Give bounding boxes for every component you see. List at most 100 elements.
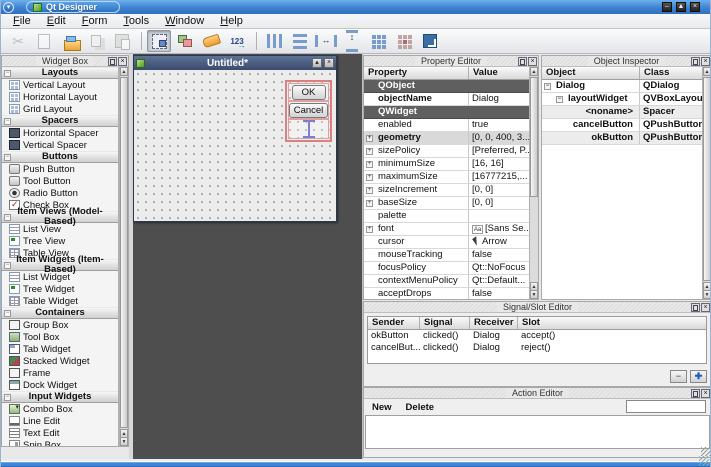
scroll-down-icon[interactable]: ▼ xyxy=(530,290,538,299)
window-resize-grip[interactable] xyxy=(699,456,709,466)
property-value[interactable]: Qt::NoFocus xyxy=(469,262,529,274)
widget-item-tree-view[interactable]: Tree View xyxy=(2,235,118,247)
selected-vbox-layout[interactable]: OK Cancel xyxy=(285,80,332,142)
add-connection-button[interactable]: ✚ xyxy=(690,370,707,383)
menu-item-tools[interactable]: Tools xyxy=(115,14,157,28)
property-value[interactable]: [0, 0, 400, 3... xyxy=(469,132,529,144)
close-icon[interactable] xyxy=(528,57,537,66)
scrollbar-thumb[interactable] xyxy=(530,77,538,197)
widgetbox-category-spacers[interactable]: Spacers xyxy=(2,115,118,127)
expand-icon[interactable] xyxy=(366,187,373,194)
close-icon[interactable] xyxy=(701,303,710,312)
expand-icon[interactable] xyxy=(366,161,373,168)
object-column-header[interactable]: Object xyxy=(542,67,640,79)
menu-item-window[interactable]: Window xyxy=(157,14,212,28)
connection-row-okbutton[interactable]: okButtonclicked()Dialogaccept() xyxy=(368,330,706,342)
cut-icon[interactable] xyxy=(6,30,30,52)
menu-item-form[interactable]: Form xyxy=(74,14,116,28)
property-value[interactable]: true xyxy=(469,119,529,131)
widget-item-radio-button[interactable]: Radio Button xyxy=(2,187,118,199)
expand-icon[interactable] xyxy=(366,174,373,181)
collapse-icon[interactable] xyxy=(4,394,11,401)
widget-item-vertical-spacer[interactable]: Vertical Spacer xyxy=(2,139,118,151)
property-row-palette[interactable]: palette xyxy=(364,210,529,223)
property-value[interactable]: Qt::Default... xyxy=(469,275,529,287)
close-icon[interactable] xyxy=(701,57,710,66)
property-editor-header[interactable]: Property Editor xyxy=(364,56,538,67)
form-canvas[interactable]: OK Cancel xyxy=(134,70,336,221)
close-button[interactable]: × xyxy=(690,2,700,12)
layout-vertical-icon[interactable] xyxy=(288,30,312,52)
object-inspector-scrollbar[interactable]: ▲ ▲ ▼ xyxy=(702,67,711,299)
ok-button[interactable]: OK xyxy=(292,85,326,100)
layout-vertical-splitter-icon[interactable] xyxy=(340,30,364,52)
object-row-dialog[interactable]: DialogQDialog xyxy=(542,80,702,93)
widget-item-horizontal-layout[interactable]: Horizontal Layout xyxy=(2,91,118,103)
float-icon[interactable] xyxy=(691,303,700,312)
expand-icon[interactable] xyxy=(366,200,373,207)
form-editor-window[interactable]: Untitled* ▴ × OK Cancel xyxy=(133,55,337,222)
adjust-size-icon[interactable] xyxy=(418,30,442,52)
widgetbox-category-input-widgets[interactable]: Input Widgets xyxy=(2,391,118,403)
collapse-icon[interactable] xyxy=(544,83,551,90)
form-titlebar[interactable]: Untitled* ▴ × xyxy=(134,56,336,70)
property-value[interactable] xyxy=(469,210,529,222)
signal-slot-editor-header[interactable]: Signal/Slot Editor xyxy=(364,302,711,313)
property-row-font[interactable]: font[Sans Se... xyxy=(364,223,529,236)
widgetbox-category-item-widgets-item-based[interactable]: Item Widgets (Item-Based) xyxy=(2,259,118,271)
property-row-mousetracking[interactable]: mouseTrackingfalse xyxy=(364,249,529,262)
widget-box-header[interactable]: Widget Box xyxy=(2,56,128,67)
widget-item-group-box[interactable]: Group Box xyxy=(2,319,118,331)
maximize-button[interactable]: ▲ xyxy=(676,2,686,12)
window-titlebar[interactable]: ▾ Qt Designer – ▲ × xyxy=(1,0,710,14)
collapse-icon[interactable] xyxy=(4,214,11,221)
object-row-cancelbutton[interactable]: cancelButtonQPushButton xyxy=(542,119,702,132)
property-row-basesize[interactable]: baseSize[0, 0] xyxy=(364,197,529,210)
property-value[interactable]: [0, 0] xyxy=(469,184,529,196)
property-row-objectname[interactable]: objectNameDialog xyxy=(364,93,529,106)
scroll-up-icon[interactable]: ▲ xyxy=(530,67,538,76)
float-icon[interactable] xyxy=(108,57,117,66)
layout-horizontal-icon[interactable] xyxy=(262,30,286,52)
scrollbar-thumb[interactable] xyxy=(703,77,711,281)
new-action-button[interactable]: New xyxy=(372,402,392,413)
property-row-minimumsize[interactable]: minimumSize[16, 16] xyxy=(364,158,529,171)
property-value[interactable]: [0, 0] xyxy=(469,197,529,209)
scrollbar-thumb[interactable] xyxy=(120,77,128,428)
expand-icon[interactable] xyxy=(366,226,373,233)
widget-item-combo-box[interactable]: Combo Box xyxy=(2,403,118,415)
property-row-acceptdrops[interactable]: acceptDropsfalse xyxy=(364,288,529,299)
collapse-icon[interactable] xyxy=(4,118,11,125)
widget-item-tree-widget[interactable]: Tree Widget xyxy=(2,283,118,295)
collapse-icon[interactable] xyxy=(4,70,11,77)
float-icon[interactable] xyxy=(691,389,700,398)
property-row-cursor[interactable]: cursorArrow xyxy=(364,236,529,249)
property-editor-scrollbar[interactable]: ▲ ▲ ▼ xyxy=(529,67,538,299)
widget-item-frame[interactable]: Frame xyxy=(2,367,118,379)
sender-column-header[interactable]: Sender xyxy=(368,317,420,329)
copy-icon[interactable] xyxy=(84,30,108,52)
property-row-geometry[interactable]: geometry[0, 0, 400, 3... xyxy=(364,132,529,145)
menu-item-help[interactable]: Help xyxy=(212,14,251,28)
property-value[interactable]: [16777215,... xyxy=(469,171,529,183)
widget-item-horizontal-spacer[interactable]: Horizontal Spacer xyxy=(2,127,118,139)
widget-item-tool-box[interactable]: Tool Box xyxy=(2,331,118,343)
float-icon[interactable] xyxy=(518,57,527,66)
window-menu-icon[interactable]: ▾ xyxy=(3,2,14,13)
property-row-sizepolicy[interactable]: sizePolicy[Preferred, P... xyxy=(364,145,529,158)
widget-item-line-edit[interactable]: Line Edit xyxy=(2,415,118,427)
property-row-enabled[interactable]: enabledtrue xyxy=(364,119,529,132)
property-row-sizeincrement[interactable]: sizeIncrement[0, 0] xyxy=(364,184,529,197)
panel-resize-grip[interactable] xyxy=(701,447,710,456)
expand-icon[interactable] xyxy=(366,148,373,155)
collapse-icon[interactable] xyxy=(4,310,11,317)
remove-connection-button[interactable]: − xyxy=(670,370,687,383)
property-row-contextmenupolicy[interactable]: contextMenuPolicyQt::Default... xyxy=(364,275,529,288)
collapse-icon[interactable] xyxy=(556,96,563,103)
collapse-icon[interactable] xyxy=(4,262,11,269)
scroll-up-icon[interactable]: ▲ xyxy=(703,67,711,76)
receiver-column-header[interactable]: Receiver xyxy=(470,317,518,329)
property-value[interactable]: Dialog xyxy=(469,93,529,105)
new-icon[interactable] xyxy=(32,30,56,52)
property-value[interactable]: Arrow xyxy=(469,236,529,248)
